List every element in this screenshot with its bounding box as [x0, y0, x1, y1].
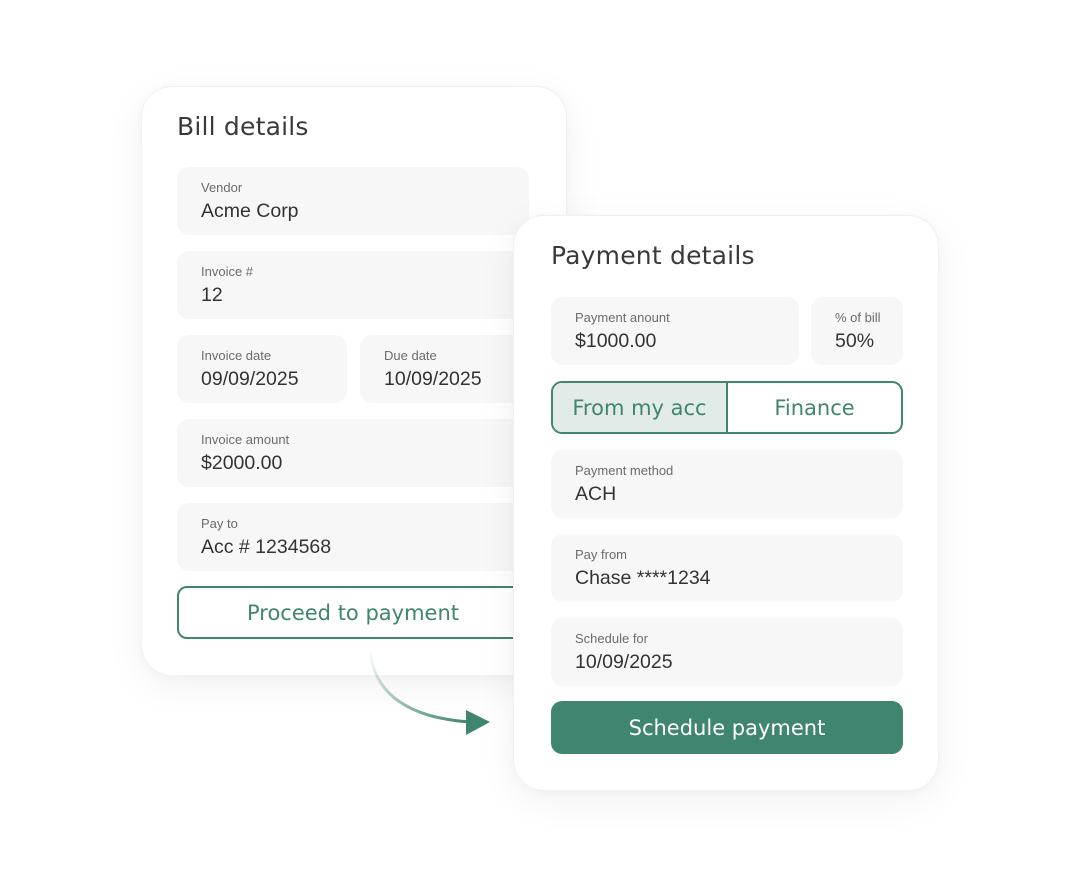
- invoice-number-field[interactable]: Invoice # 12: [177, 251, 529, 319]
- vendor-label: Vendor: [201, 180, 243, 195]
- arrow-head: [466, 710, 490, 735]
- pay-to-field[interactable]: Pay to Acc # 1234568: [177, 503, 529, 571]
- invoice-date-field[interactable]: Invoice date 09/09/2025: [177, 335, 347, 403]
- pay-to-label: Pay to: [201, 516, 238, 531]
- payment-amount-label: Payment anount: [575, 310, 670, 325]
- payment-amount-field[interactable]: Payment anount $1000.00: [551, 297, 799, 365]
- pay-from-value: Chase ****1234: [575, 567, 711, 589]
- pay-to-value: Acc # 1234568: [201, 536, 332, 558]
- payment-details-title: Payment details: [551, 241, 755, 270]
- flow-arrow-icon: [368, 649, 490, 735]
- invoice-number-label: Invoice #: [201, 264, 254, 279]
- toggle-finance[interactable]: Finance: [728, 383, 901, 432]
- arrow-curve: [368, 649, 471, 724]
- pay-from-field[interactable]: Pay from Chase ****1234: [551, 534, 903, 602]
- bill-details-card: Bill details Vendor Acme Corp Invoice # …: [142, 87, 566, 675]
- proceed-to-payment-button[interactable]: Proceed to payment: [177, 586, 529, 639]
- schedule-for-label: Schedule for: [575, 631, 648, 646]
- due-date-field[interactable]: Due date 10/09/2025: [360, 335, 529, 403]
- pay-from-label: Pay from: [575, 547, 628, 562]
- vendor-value: Acme Corp: [201, 200, 299, 222]
- payment-method-value: ACH: [575, 483, 617, 505]
- invoice-number-value: 12: [201, 284, 223, 306]
- invoice-amount-label: Invoice amount: [201, 432, 290, 447]
- payment-amount-value: $1000.00: [575, 330, 657, 352]
- invoice-amount-value: $2000.00: [201, 452, 283, 474]
- invoice-date-label: Invoice date: [201, 348, 272, 363]
- invoice-date-value: 09/09/2025: [201, 368, 299, 390]
- vendor-field[interactable]: Vendor Acme Corp: [177, 167, 529, 235]
- schedule-for-field[interactable]: Schedule for 10/09/2025: [551, 618, 903, 686]
- payment-method-field[interactable]: Payment method ACH: [551, 450, 903, 518]
- percent-of-bill-field[interactable]: % of bill 50%: [811, 297, 903, 365]
- toggle-from-my-acc[interactable]: From my acc: [553, 383, 728, 432]
- due-date-label: Due date: [384, 348, 437, 363]
- invoice-amount-field[interactable]: Invoice amount $2000.00: [177, 419, 529, 487]
- schedule-payment-button[interactable]: Schedule payment: [551, 701, 903, 754]
- due-date-value: 10/09/2025: [384, 368, 482, 390]
- payment-details-card: Payment details Payment anount $1000.00 …: [514, 216, 938, 790]
- bill-details-title: Bill details: [177, 112, 309, 141]
- percent-of-bill-label: % of bill: [835, 310, 881, 325]
- funding-source-toggle[interactable]: From my acc Finance: [551, 381, 903, 434]
- schedule-for-value: 10/09/2025: [575, 651, 673, 673]
- payment-method-label: Payment method: [575, 463, 674, 478]
- percent-of-bill-value: 50%: [835, 330, 875, 352]
